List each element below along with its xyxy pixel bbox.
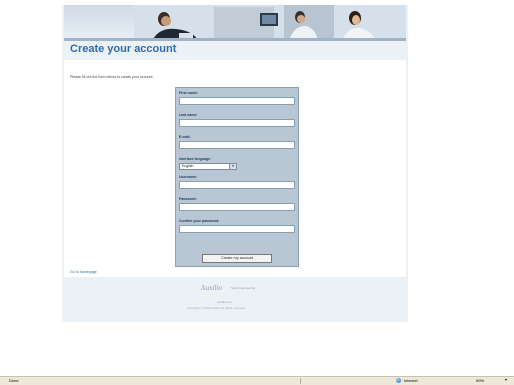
- language-select[interactable]: English ▾: [179, 163, 237, 170]
- email-field[interactable]: [179, 141, 295, 149]
- language-label: Interface language:: [179, 157, 212, 161]
- username-label: Username:: [179, 175, 198, 179]
- globe-icon: [396, 378, 401, 383]
- security-zone: Internet: [404, 378, 418, 383]
- header-banner: [64, 5, 406, 41]
- page-container: Create your account Please fill out the …: [62, 5, 408, 322]
- password-field[interactable]: [179, 203, 295, 211]
- confirm-password-label: Confirm your password:: [179, 219, 220, 223]
- language-select-value: English: [182, 164, 194, 168]
- banner-divider: [64, 38, 406, 41]
- first-name-label: First name:: [179, 91, 198, 95]
- create-account-button[interactable]: Create my account: [202, 254, 272, 263]
- confirm-password-field[interactable]: [179, 225, 295, 233]
- homepage-link[interactable]: Go to homepage: [70, 270, 97, 274]
- first-name-field[interactable]: [179, 97, 295, 105]
- email-label: E-mail:: [179, 135, 191, 139]
- last-name-label: Last name:: [179, 113, 198, 117]
- main-content: Please fill out the form below to create…: [64, 60, 406, 277]
- status-text: Done: [9, 378, 19, 383]
- status-panes: [300, 378, 381, 384]
- zoom-level[interactable]: 90%: [476, 378, 484, 383]
- signup-form: First name: Last name: E-mail: Interface…: [175, 87, 299, 267]
- page-title: Create your account: [70, 43, 177, 55]
- password-label: Password:: [179, 197, 197, 201]
- username-field[interactable]: [179, 181, 295, 189]
- last-name-field[interactable]: [179, 119, 295, 127]
- banner-photo-collage: [134, 5, 406, 41]
- browser-status-bar: Done Internet 90% ▾: [0, 376, 514, 385]
- footer-link[interactable]: Auxilio.com: [217, 300, 232, 304]
- zoom-dropdown-icon[interactable]: ▾: [505, 377, 507, 382]
- footer-logo: Auxilio: [201, 285, 222, 292]
- footer-logo-tagline: Simply better learning: [231, 287, 256, 290]
- chevron-down-icon[interactable]: ▾: [229, 164, 236, 169]
- intro-text: Please fill out the form below to create…: [70, 75, 154, 79]
- copyright-text: Copyright © 2008 Auxilio All rights rese…: [187, 306, 245, 310]
